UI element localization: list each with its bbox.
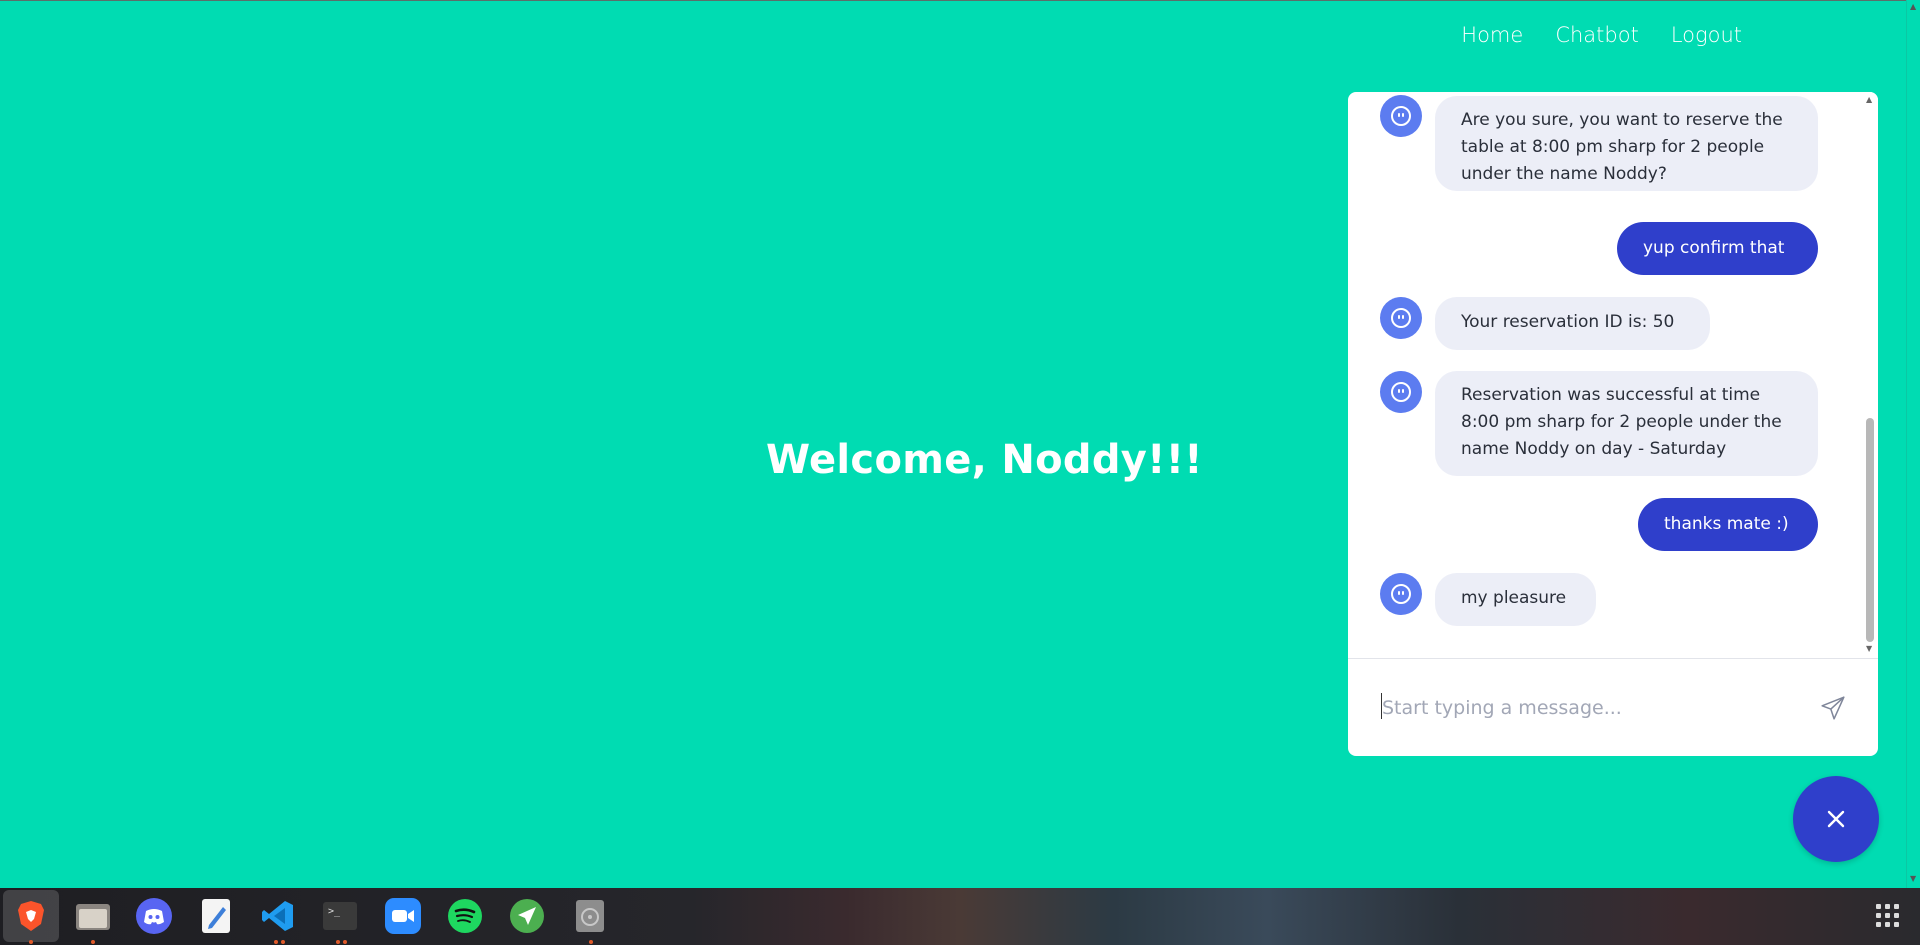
text-editor-icon[interactable] [196, 896, 236, 936]
chat-input-area [1348, 658, 1878, 756]
chat-message-input[interactable] [1380, 689, 1804, 727]
text-caret [1381, 693, 1382, 719]
taskbar: >_ [0, 888, 1920, 945]
running-indicator [91, 940, 95, 944]
files-icon[interactable] [73, 896, 113, 936]
show-applications-icon[interactable] [1876, 904, 1900, 928]
page-scrollbar[interactable]: ▲ ▼ [1906, 0, 1920, 888]
bot-avatar-icon [1380, 573, 1422, 615]
running-indicator [343, 940, 347, 944]
send-app-icon[interactable] [507, 896, 547, 936]
chat-scroll-down-arrow-icon[interactable]: ▼ [1866, 644, 1872, 653]
running-indicator [589, 940, 593, 944]
user-message-bubble: yup confirm that [1617, 222, 1818, 275]
svg-text:>_: >_ [328, 906, 341, 917]
welcome-heading: Welcome, Noddy!!! [766, 437, 1203, 483]
chat-scrollbar[interactable]: ▲ ▼ [1862, 92, 1878, 658]
terminal-icon[interactable]: >_ [320, 896, 360, 936]
discord-icon[interactable] [134, 896, 174, 936]
zoom-icon[interactable] [383, 896, 423, 936]
bot-avatar-icon [1380, 297, 1422, 339]
top-nav: Home Chatbot Logout [1461, 23, 1742, 47]
bot-message-bubble: Reservation was successful at time 8:00 … [1435, 371, 1818, 476]
send-icon[interactable] [1820, 695, 1846, 721]
user-message-bubble: thanks mate :) [1638, 498, 1818, 551]
bot-message-bubble: Are you sure, you want to reserve the ta… [1435, 96, 1818, 191]
close-icon [1827, 810, 1845, 828]
vscode-icon[interactable] [258, 896, 298, 936]
chat-window: Are you sure, you want to reserve the ta… [1348, 92, 1878, 756]
bot-avatar-icon [1380, 95, 1422, 137]
bot-message-bubble: my pleasure [1435, 573, 1596, 626]
nav-chatbot-link[interactable]: Chatbot [1555, 23, 1639, 47]
chat-scroll-up-arrow-icon[interactable]: ▲ [1866, 95, 1872, 104]
nav-home-link[interactable]: Home [1461, 23, 1523, 47]
nav-logout-link[interactable]: Logout [1671, 23, 1742, 47]
brave-browser-icon[interactable] [3, 890, 59, 942]
running-indicator [29, 940, 33, 944]
disk-utility-icon[interactable] [570, 896, 610, 936]
scroll-up-arrow-icon[interactable]: ▲ [1910, 2, 1916, 11]
running-indicator [336, 940, 340, 944]
bot-avatar-icon [1380, 371, 1422, 413]
chat-scrollbar-thumb[interactable] [1866, 418, 1874, 642]
scroll-down-arrow-icon[interactable]: ▼ [1910, 874, 1916, 883]
close-chat-button[interactable] [1793, 776, 1879, 862]
spotify-icon[interactable] [445, 896, 485, 936]
running-indicator [274, 940, 278, 944]
running-indicator [281, 940, 285, 944]
chat-message-list[interactable]: Are you sure, you want to reserve the ta… [1348, 92, 1862, 658]
bot-message-bubble: Your reservation ID is: 50 [1435, 297, 1710, 350]
